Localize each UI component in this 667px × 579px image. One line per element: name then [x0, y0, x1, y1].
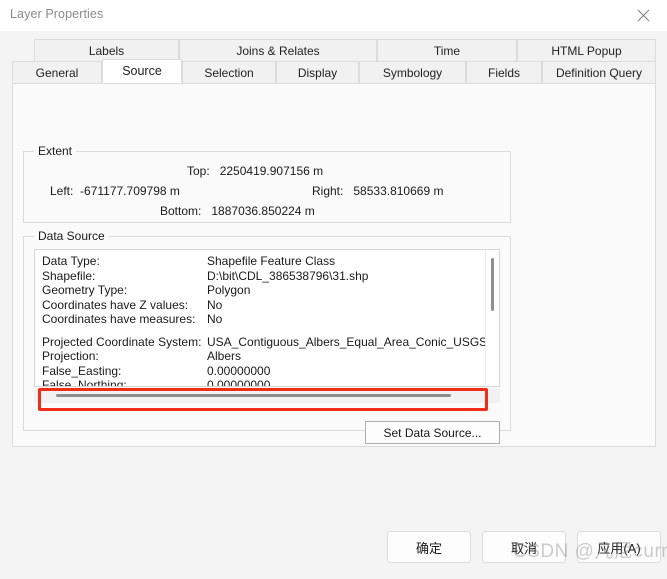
data-source-row[interactable]: Geometry Type: Polygon — [35, 283, 487, 298]
tab-row-lower: General Source Selection Display Symbology Fi… — [12, 59, 656, 83]
data-source-horizontal-scrollbar[interactable] — [34, 389, 500, 403]
tab-strip: Labels Joins & Relates Time HTML Popup Gene… — [12, 39, 656, 84]
data-source-group: Data Source Data Type: Shapefile Feature … — [23, 229, 511, 431]
tab-selection[interactable]: Selection — [182, 61, 276, 83]
data-source-row-value: Polygon — [207, 283, 251, 297]
data-source-row-label: Data Type: — [42, 254, 100, 268]
tab-label: Definition Query — [555, 65, 643, 80]
ok-button[interactable]: 确定 — [387, 531, 471, 563]
dialog-body: Labels Joins & Relates Time HTML Popup Gene… — [0, 31, 667, 579]
tab-label: Selection — [204, 65, 254, 80]
extent-top-value: 2250419.907156 m — [219, 164, 324, 178]
extent-left: Left: -671177.709798 m — [50, 184, 180, 198]
horizontal-scroll-thumb[interactable] — [56, 394, 451, 397]
cancel-button-label: 取消 — [510, 540, 537, 556]
data-source-row-label: Coordinates have measures: — [42, 312, 196, 326]
tab-symbology[interactable]: Symbology — [359, 61, 466, 83]
data-source-row-spacer — [35, 327, 487, 335]
extent-top: Top: 2250419.907156 m — [187, 164, 323, 178]
data-source-row-label: Coordinates have Z values: — [42, 297, 189, 312]
tab-label: General — [35, 65, 79, 80]
data-source-row-value: 0.00000000 — [207, 378, 271, 387]
tab-label: Display — [297, 65, 338, 80]
tab-html-popup[interactable]: HTML Popup — [517, 39, 656, 61]
extent-group-legend: Extent — [34, 144, 77, 158]
tab-label: Labels — [88, 43, 125, 58]
extent-group: Extent Top: 2250419.907156 m Left: -6711… — [23, 144, 511, 223]
cancel-button[interactable]: 取消 — [482, 531, 566, 563]
set-data-source-label: Set Data Source... — [383, 425, 482, 440]
data-source-row-value: 0.00000000 — [207, 363, 271, 378]
data-source-row-value: D:\bit\CDL_386538796\31.shp — [207, 268, 369, 283]
ok-button-label: 确定 — [415, 540, 442, 556]
extent-top-label: Top: — [187, 164, 210, 178]
tab-label: Source — [122, 64, 162, 78]
data-source-row-label: False_Northing: — [42, 378, 127, 387]
data-source-row-value: Albers — [207, 349, 242, 363]
close-button[interactable] — [623, 0, 663, 30]
tab-page-source: Extent Top: 2250419.907156 m Left: -6711… — [12, 83, 656, 447]
extent-right-label: Right: — [312, 184, 344, 198]
extent-bottom-value: 1887036.850224 m — [211, 204, 315, 218]
data-source-row[interactable]: Data Type: Shapefile Feature Class — [35, 254, 487, 269]
data-source-row[interactable]: False_Easting: 0.00000000 — [35, 364, 487, 379]
set-data-source-button[interactable]: Set Data Source... — [365, 421, 500, 444]
tab-label: HTML Popup — [551, 43, 622, 58]
data-source-row-value: Shapefile Feature Class — [207, 254, 336, 268]
data-source-row-label: Geometry Type: — [42, 283, 128, 297]
tab-label: Time — [433, 43, 461, 58]
tab-labels[interactable]: Labels — [34, 39, 179, 61]
data-source-listbox[interactable]: Data Type: Shapefile Feature Class Shapefi… — [34, 249, 500, 387]
extent-bottom-label: Bottom: — [160, 204, 202, 218]
tab-display[interactable]: Display — [276, 61, 359, 83]
data-source-row-label: Projection: — [42, 349, 99, 363]
tab-source[interactable]: Source — [102, 59, 182, 83]
window-title: Layer Properties — [10, 7, 104, 21]
tab-time[interactable]: Time — [377, 39, 517, 61]
vertical-scroll-thumb[interactable] — [491, 258, 494, 311]
extent-bottom: Bottom: 1887036.850224 m — [160, 204, 315, 218]
extent-right: Right: 58533.810669 m — [312, 184, 443, 198]
data-source-row-value: No — [207, 312, 223, 326]
data-source-row[interactable]: Coordinates have Z values: No — [35, 298, 487, 313]
tab-label: Joins & Relates — [236, 43, 320, 58]
tab-general[interactable]: General — [12, 61, 102, 83]
data-source-row[interactable]: Coordinates have measures: No — [35, 312, 487, 327]
data-source-row[interactable]: Shapefile: D:\bit\CDL_386538796\31.shp — [35, 269, 487, 284]
data-source-group-legend: Data Source — [34, 229, 109, 243]
tab-label: Symbology — [382, 65, 443, 80]
title-bar: Layer Properties — [0, 0, 667, 32]
close-icon — [637, 9, 650, 22]
data-source-rows: Data Type: Shapefile Feature Class Shapefi… — [35, 254, 499, 387]
tab-definition-query[interactable]: Definition Query — [542, 61, 656, 83]
data-source-row-value: No — [207, 297, 223, 312]
data-source-row[interactable]: False_Northing: 0.00000000 — [35, 378, 487, 387]
dialog-footer: 确定 取消 应用(A) — [0, 451, 667, 579]
data-source-row[interactable]: Projected Coordinate System: USA_Contiguo… — [35, 334, 499, 350]
data-source-row-label: Projected Coordinate System: — [42, 334, 202, 349]
extent-left-label: Left: — [50, 184, 74, 198]
data-source-row[interactable]: Projection: Albers — [35, 349, 487, 364]
apply-button-label: 应用(A) — [597, 540, 641, 556]
tab-label: Fields — [487, 65, 520, 80]
data-source-row-label: False_Easting: — [42, 363, 122, 378]
extent-right-value: 58533.810669 m — [353, 184, 444, 198]
tab-fields[interactable]: Fields — [466, 61, 542, 83]
extent-left-value: -671177.709798 m — [80, 184, 180, 198]
data-source-vertical-scrollbar[interactable] — [485, 250, 499, 386]
apply-button[interactable]: 应用(A) — [577, 531, 661, 563]
data-source-row-label: Shapefile: — [42, 268, 96, 283]
tab-row-upper: Labels Joins & Relates Time HTML Popup — [12, 39, 656, 61]
data-source-row-value: USA_Contiguous_Albers_Equal_Area_Conic_U… — [207, 334, 500, 349]
tab-joins-relates[interactable]: Joins & Relates — [179, 39, 377, 61]
